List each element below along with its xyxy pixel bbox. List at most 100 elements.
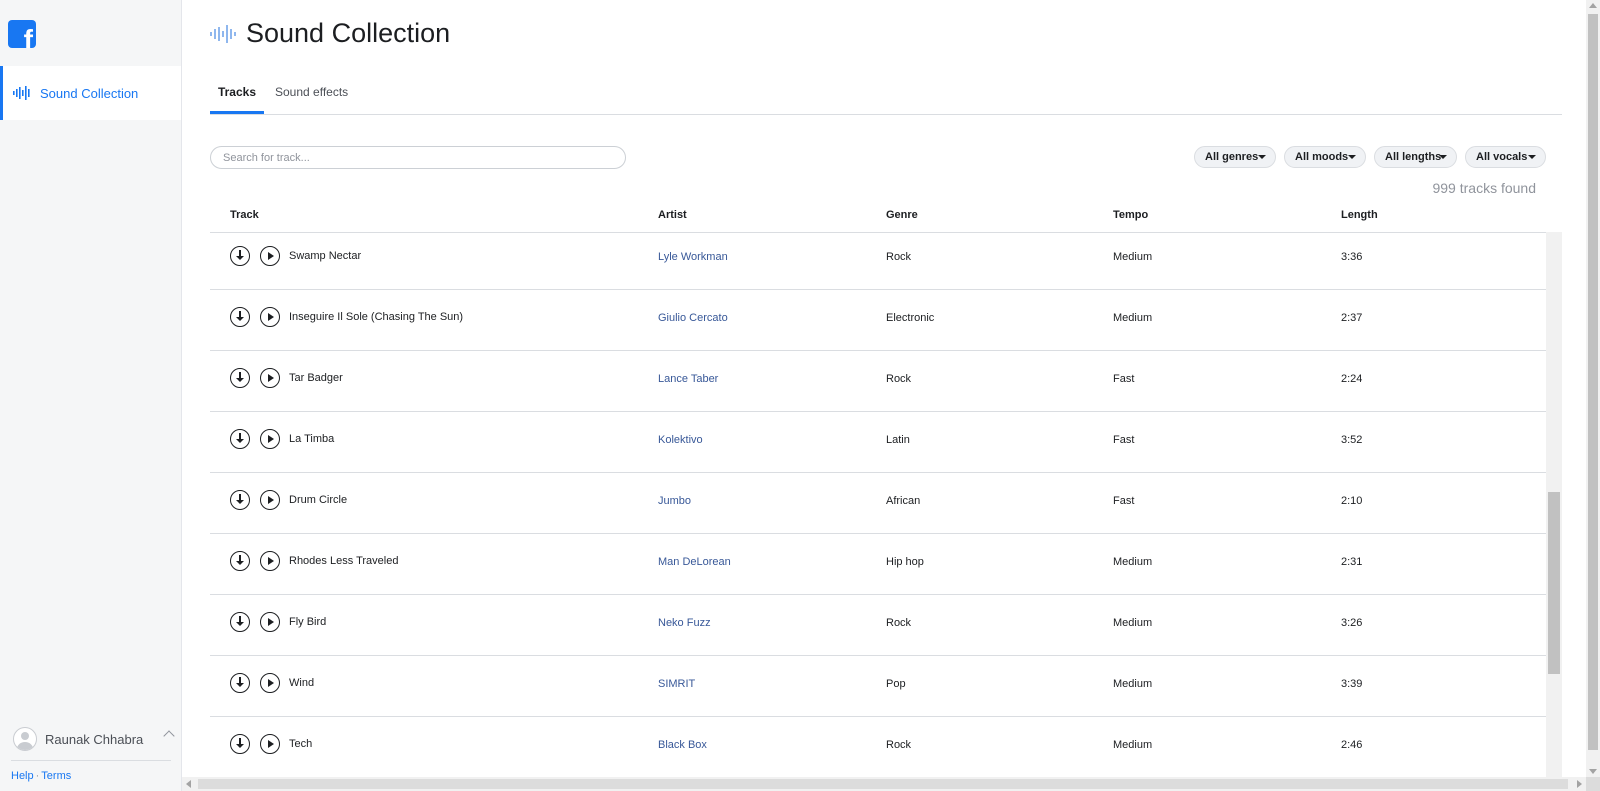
length-cell: 2:37: [1341, 312, 1363, 324]
page-header: Sound Collection: [210, 18, 450, 49]
sidebar: f Sound Collection Raunak Chhabra Help · T…: [0, 0, 182, 791]
search-input[interactable]: [210, 146, 626, 169]
length-cell: 3:39: [1341, 678, 1363, 690]
play-icon[interactable]: [260, 612, 280, 632]
play-icon[interactable]: [260, 429, 280, 449]
play-icon[interactable]: [260, 368, 280, 388]
track-cell: La Timba: [230, 429, 334, 449]
genre-cell: Rock: [886, 739, 912, 751]
table-row: La Timba Kolektivo Latin Fast 3:52: [210, 412, 1546, 473]
track-list: Swamp Nectar Lyle Workman Rock Medium 3:…: [210, 232, 1546, 778]
play-icon[interactable]: [260, 673, 280, 693]
length-cell: 3:36: [1341, 251, 1363, 263]
tab-tracks[interactable]: Tracks: [210, 78, 264, 114]
filter-label: All genres: [1205, 151, 1259, 163]
table-row: Fly Bird Neko Fuzz Rock Medium 3:26: [210, 595, 1546, 656]
table-row: Inseguire Il Sole (Chasing The Sun) Giul…: [210, 290, 1546, 351]
user-menu[interactable]: Raunak Chhabra: [13, 727, 175, 751]
tab-sound-effects[interactable]: Sound effects: [275, 78, 350, 114]
artist-link[interactable]: Jumbo: [658, 495, 691, 507]
terms-link[interactable]: Terms: [41, 770, 71, 782]
genre-cell: Latin: [886, 434, 910, 446]
scroll-right-arrow-icon[interactable]: [1577, 780, 1582, 788]
sidebar-divider: [11, 760, 171, 761]
page-horizontal-scrollbar-thumb[interactable]: [198, 779, 1568, 789]
track-list-scrollbar-thumb[interactable]: [1548, 492, 1560, 674]
download-icon[interactable]: [230, 307, 250, 327]
scroll-left-arrow-icon[interactable]: [186, 780, 191, 788]
download-icon[interactable]: [230, 734, 250, 754]
tempo-cell: Fast: [1113, 495, 1135, 507]
column-header-length: Length: [1341, 209, 1378, 221]
track-name: Inseguire Il Sole (Chasing The Sun): [289, 311, 464, 323]
track-name: Fly Bird: [289, 616, 327, 628]
track-name: Tech: [289, 738, 313, 750]
track-name: Rhodes Less Traveled: [289, 555, 399, 567]
length-cell: 3:26: [1341, 617, 1363, 629]
tempo-cell: Medium: [1113, 739, 1153, 751]
download-icon[interactable]: [230, 673, 250, 693]
artist-link[interactable]: Black Box: [658, 739, 707, 751]
play-icon[interactable]: [260, 490, 280, 510]
sound-wave-icon: [210, 24, 236, 43]
length-filter-dropdown[interactable]: All lengths: [1374, 146, 1457, 168]
page-title: Sound Collection: [246, 18, 451, 48]
caret-down-icon: [1348, 155, 1356, 159]
table-row: Swamp Nectar Lyle Workman Rock Medium 3:…: [210, 232, 1546, 290]
download-icon[interactable]: [230, 429, 250, 449]
download-icon[interactable]: [230, 490, 250, 510]
results-count: 999 tracks found: [1432, 180, 1536, 196]
play-icon[interactable]: [260, 246, 280, 266]
table-row: Wind SIMRIT Pop Medium 3:39: [210, 656, 1546, 717]
download-icon[interactable]: [230, 612, 250, 632]
table-row: Drum Circle Jumbo African Fast 2:10: [210, 473, 1546, 534]
table-header: Track Artist Genre Tempo Length: [210, 202, 1562, 233]
length-cell: 2:10: [1341, 495, 1363, 507]
track-cell: Fly Bird: [230, 612, 326, 632]
page-horizontal-scrollbar[interactable]: [182, 777, 1586, 791]
caret-down-icon: [1439, 155, 1447, 159]
artist-link[interactable]: Man DeLorean: [658, 556, 731, 568]
play-icon[interactable]: [260, 734, 280, 754]
scroll-up-arrow-icon[interactable]: [1589, 3, 1597, 8]
artist-link[interactable]: Neko Fuzz: [658, 617, 711, 629]
genre-filter-dropdown[interactable]: All genres: [1194, 146, 1276, 168]
scroll-down-arrow-icon[interactable]: [1589, 769, 1597, 774]
artist-link[interactable]: SIMRIT: [658, 678, 695, 690]
length-cell: 2:24: [1341, 373, 1363, 385]
track-cell: Drum Circle: [230, 490, 347, 510]
column-header-artist: Artist: [658, 209, 687, 221]
length-cell: 2:31: [1341, 556, 1363, 568]
play-icon[interactable]: [260, 551, 280, 571]
download-icon[interactable]: [230, 551, 250, 571]
tempo-cell: Fast: [1113, 373, 1135, 385]
length-cell: 3:52: [1341, 434, 1363, 446]
download-icon[interactable]: [230, 246, 250, 266]
page-vertical-scrollbar[interactable]: [1586, 0, 1600, 777]
filter-label: All moods: [1295, 151, 1349, 163]
vocals-filter-dropdown[interactable]: All vocals: [1465, 146, 1546, 168]
artist-link[interactable]: Kolektivo: [658, 434, 703, 446]
help-link[interactable]: Help: [11, 770, 34, 782]
page-vertical-scrollbar-thumb[interactable]: [1588, 14, 1598, 750]
track-cell: Wind: [230, 673, 314, 693]
genre-cell: Rock: [886, 617, 912, 629]
artist-link[interactable]: Giulio Cercato: [658, 312, 728, 324]
mood-filter-dropdown[interactable]: All moods: [1284, 146, 1366, 168]
tempo-cell: Medium: [1113, 678, 1153, 690]
user-name: Raunak Chhabra: [45, 731, 144, 747]
download-icon[interactable]: [230, 368, 250, 388]
facebook-logo-icon[interactable]: f: [8, 20, 36, 48]
genre-cell: Electronic: [886, 312, 935, 324]
chevron-up-icon[interactable]: [163, 730, 175, 742]
track-name: Wind: [289, 677, 315, 689]
track-cell: Swamp Nectar: [230, 246, 361, 266]
table-row: Tech Black Box Rock Medium 2:46: [210, 717, 1546, 778]
genre-cell: Hip hop: [886, 556, 924, 568]
artist-link[interactable]: Lyle Workman: [658, 251, 728, 263]
artist-link[interactable]: Lance Taber: [658, 373, 718, 385]
play-icon[interactable]: [260, 307, 280, 327]
genre-cell: Rock: [886, 251, 912, 263]
tempo-cell: Medium: [1113, 251, 1153, 263]
sidebar-item-sound-collection[interactable]: Sound Collection: [0, 66, 181, 120]
